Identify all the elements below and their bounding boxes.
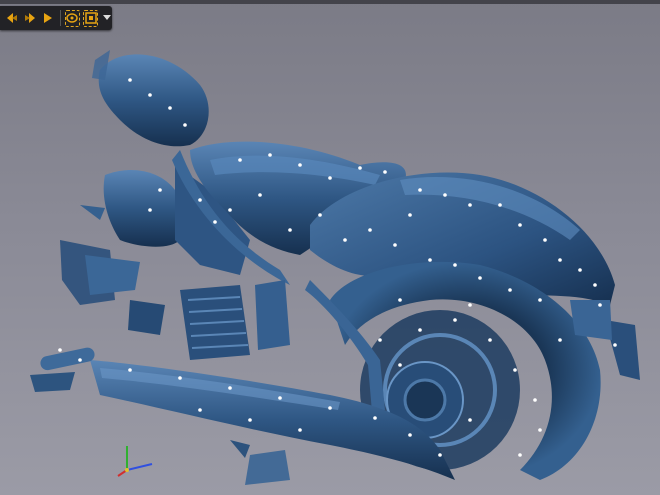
tracking-marker [298,428,302,432]
tracking-marker [78,358,82,362]
tracking-marker [518,453,522,457]
tracking-marker [613,343,617,347]
tracking-marker [268,153,272,157]
tracking-marker [538,298,542,302]
tracking-marker [468,303,472,307]
tracking-marker [453,263,457,267]
tracking-marker [358,166,362,170]
tracking-marker [408,433,412,437]
tracking-marker [198,198,202,202]
tracking-marker [183,123,187,127]
tracking-marker [128,78,132,82]
tracking-marker [468,418,472,422]
tracking-marker [248,418,252,422]
tracking-marker [428,258,432,262]
tracking-marker [443,193,447,197]
tracking-marker [578,268,582,272]
tracking-marker [438,453,442,457]
tracking-marker [468,203,472,207]
tracking-marker [508,288,512,292]
tracking-marker [478,276,482,280]
axis-gizmo [117,446,153,477]
tracking-marker [408,213,412,217]
tracking-marker [598,303,602,307]
tracking-marker [148,208,152,212]
tracking-marker [398,363,402,367]
tracking-marker [378,338,382,342]
tracking-marker [168,106,172,110]
tracking-marker [558,258,562,262]
tracking-marker [373,416,377,420]
tracking-marker [558,338,562,342]
tracking-marker [488,338,492,342]
tracking-marker [498,203,502,207]
tracking-marker [228,208,232,212]
tracking-marker [453,318,457,322]
tracking-marker [383,170,387,174]
tracking-marker [418,328,422,332]
tracking-marker [533,398,537,402]
tracking-marker [318,213,322,217]
tracking-marker [148,93,152,97]
tracking-marker [538,428,542,432]
foot-peg [40,347,95,371]
tracking-marker [518,223,522,227]
tracking-marker [213,220,217,224]
motorcycle-scan-mesh[interactable] [30,50,640,485]
tracking-marker [238,158,242,162]
tracking-marker [418,188,422,192]
tracking-marker [343,238,347,242]
side-panel [103,170,180,247]
front-cowl-fragment [98,54,209,147]
tracking-marker [178,376,182,380]
tracking-marker [543,238,547,242]
tracking-marker [328,176,332,180]
tracking-marker [328,406,332,410]
tracking-marker [288,228,292,232]
tracking-marker [393,243,397,247]
3d-viewport[interactable] [0,0,660,495]
tracking-marker [128,368,132,372]
tracking-marker [593,283,597,287]
tracking-marker [198,408,202,412]
tracking-marker [228,386,232,390]
tracking-marker [258,193,262,197]
tracking-marker [278,396,282,400]
tracking-marker [158,188,162,192]
tracking-marker [368,228,372,232]
tracking-marker [58,348,62,352]
tracking-marker [298,163,302,167]
tracking-marker [398,298,402,302]
tracking-marker [513,368,517,372]
